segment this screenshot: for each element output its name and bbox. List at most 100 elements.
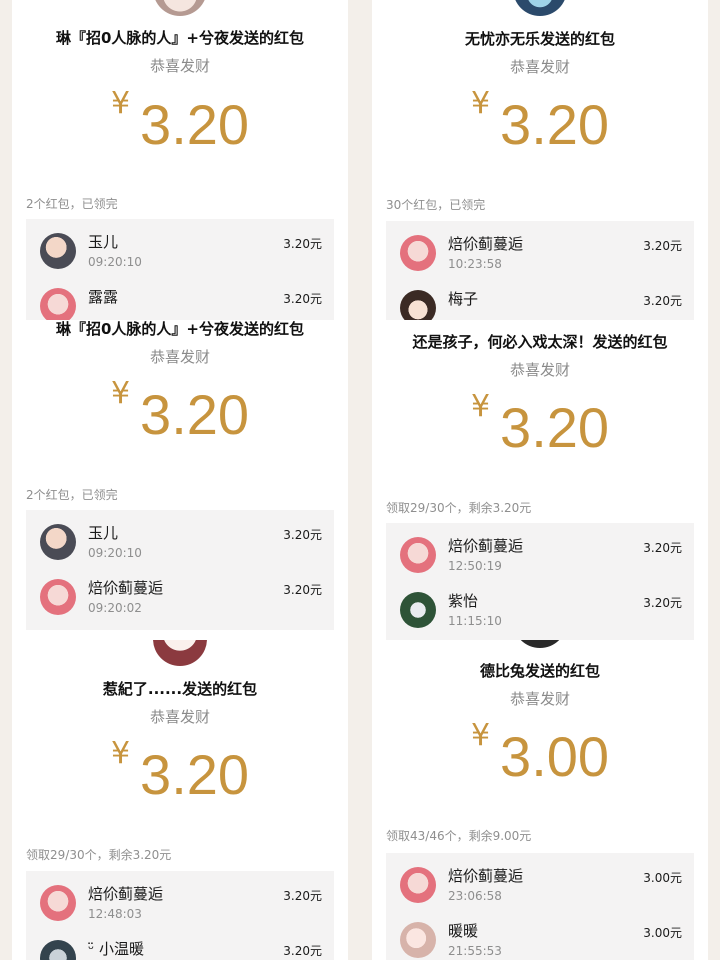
- packet-title: 惹紀了......发送的红包: [102, 680, 258, 698]
- avatar[interactable]: [40, 233, 76, 269]
- receive-time: 09:20:10: [88, 255, 142, 269]
- greeting-text: 恭喜发财: [149, 708, 210, 726]
- amount-display: ¥3.20: [12, 736, 348, 807]
- receiver-list: 焙伱蓟蔓逅 23:06:58 3.00元 暖暖 21:55:53 3.00元: [386, 853, 694, 960]
- currency-symbol: ¥: [110, 376, 131, 411]
- packet-summary: 2个红包，已领完: [26, 197, 118, 211]
- sender-avatar[interactable]: [513, 640, 567, 648]
- greeting-text: 恭喜发财: [149, 57, 210, 75]
- receiver-name: 焙伱蓟蔓逅: [448, 867, 524, 885]
- list-item[interactable]: 紫怡 11:15:10 3.20元: [386, 578, 694, 633]
- list-item[interactable]: ᵕ̈ 小温暖 3.20元: [26, 926, 334, 960]
- list-item[interactable]: 暖暖 21:55:53 3.00元: [386, 908, 694, 960]
- red-packet-panel: 还是孩子，何必入戏太深！发送的红包 恭喜发财 ¥3.20 领取29/30个，剩余…: [372, 320, 708, 640]
- list-item[interactable]: 梅子 3.20元: [386, 276, 694, 320]
- currency-symbol: ¥: [470, 389, 491, 424]
- receive-time: 23:06:58: [448, 889, 502, 903]
- list-item[interactable]: 玉儿 09:20:10 3.20元: [26, 219, 334, 274]
- sender-avatar[interactable]: [513, 0, 567, 16]
- avatar[interactable]: [40, 524, 76, 560]
- red-packet-panel: 惹紀了......发送的红包 恭喜发财 ¥3.20 领取29/30个，剩余3.2…: [12, 640, 348, 960]
- avatar[interactable]: [400, 867, 436, 903]
- red-packet-panel: 琳『招0人脉的人』+兮夜发送的红包 恭喜发财 ¥3.20 2个红包，已领完 玉儿…: [12, 320, 348, 640]
- receive-amount: 3.20元: [283, 237, 322, 251]
- receiver-list: 玉儿 09:20:10 3.20元 露露 3.20元: [26, 219, 334, 320]
- amount-value: 3.20: [140, 93, 250, 156]
- list-item[interactable]: 焙伱蓟蔓逅 10:23:58 3.20元: [386, 221, 694, 276]
- packet-title: 德比兔发送的红包: [479, 662, 600, 680]
- packet-summary: 领取29/30个，剩余3.20元: [386, 501, 532, 515]
- receive-time: 09:20:02: [88, 601, 142, 615]
- receiver-name: 焙伱蓟蔓逅: [88, 885, 164, 903]
- receiver-list: 焙伱蓟蔓逅 12:50:19 3.20元 紫怡 11:15:10 3.20元: [386, 523, 694, 640]
- avatar[interactable]: [40, 579, 76, 615]
- list-item[interactable]: 玉儿 09:20:10 3.20元: [26, 510, 334, 565]
- list-item[interactable]: 焙伱蓟蔓逅 09:20:02 3.20元: [26, 565, 334, 620]
- packet-summary: 2个红包，已领完: [26, 488, 118, 502]
- avatar[interactable]: [400, 592, 436, 628]
- receiver-name: 玉儿: [88, 524, 119, 542]
- receive-amount: 3.20元: [643, 239, 682, 253]
- greeting-text: 恭喜发财: [509, 58, 570, 76]
- avatar[interactable]: [400, 922, 436, 958]
- red-packet-panel: 无忧亦无乐发送的红包 恭喜发财 ¥3.20 30个红包，已领完 焙伱蓟蔓逅 10…: [372, 0, 708, 320]
- avatar[interactable]: [400, 235, 436, 271]
- receive-amount: 3.00元: [643, 926, 682, 940]
- sender-avatar[interactable]: [153, 0, 207, 16]
- receiver-list: 玉儿 09:20:10 3.20元 焙伱蓟蔓逅 09:20:02 3.20元: [26, 510, 334, 630]
- amount-display: ¥3.20: [372, 389, 708, 460]
- list-item[interactable]: 焙伱蓟蔓逅 12:50:19 3.20元: [386, 523, 694, 578]
- receive-amount: 3.20元: [643, 541, 682, 555]
- receiver-name: 玉儿: [88, 233, 119, 251]
- receive-amount: 3.20元: [283, 292, 322, 306]
- list-item[interactable]: 露露 3.20元: [26, 274, 334, 320]
- red-packet-panel: 德比兔发送的红包 恭喜发财 ¥3.00 领取43/46个，剩余9.00元 焙伱蓟…: [372, 640, 708, 960]
- receiver-list: 焙伱蓟蔓逅 12:48:03 3.20元 ᵕ̈ 小温暖 3.20元: [26, 871, 334, 960]
- receive-time: 10:23:58: [448, 257, 502, 271]
- amount-value: 3.20: [500, 396, 610, 459]
- list-item[interactable]: 焙伱蓟蔓逅 12:48:03 3.20元: [26, 871, 334, 926]
- receive-amount: 3.20元: [283, 944, 322, 958]
- receive-amount: 3.00元: [643, 871, 682, 885]
- packet-title: 琳『招0人脉的人』+兮夜发送的红包: [55, 320, 304, 338]
- receive-amount: 3.20元: [643, 294, 682, 308]
- receive-time: 12:50:19: [448, 559, 502, 573]
- list-item[interactable]: 焙伱蓟蔓逅 23:06:58 3.00元: [386, 853, 694, 908]
- receiver-name: 暖暖: [448, 922, 479, 940]
- avatar[interactable]: [40, 288, 76, 320]
- avatar[interactable]: [40, 940, 76, 960]
- currency-symbol: ¥: [110, 86, 131, 121]
- receive-amount: 3.20元: [283, 528, 322, 542]
- avatar[interactable]: [400, 290, 436, 320]
- red-packet-panel: 琳『招0人脉的人』+兮夜发送的红包 恭喜发财 ¥3.20 2个红包，已领完 玉儿…: [12, 0, 348, 320]
- amount-display: ¥3.20: [372, 86, 708, 157]
- amount-value: 3.20: [140, 383, 250, 446]
- avatar[interactable]: [400, 537, 436, 573]
- receiver-list: 焙伱蓟蔓逅 10:23:58 3.20元 梅子 3.20元: [386, 221, 694, 320]
- receiver-name: 梅子: [448, 290, 479, 308]
- receiver-name: ᵕ̈ 小温暖: [88, 940, 144, 958]
- amount-value: 3.00: [500, 725, 610, 788]
- receive-time: 11:15:10: [448, 614, 502, 628]
- receive-time: 12:48:03: [88, 907, 142, 921]
- receiver-name: 焙伱蓟蔓逅: [448, 235, 524, 253]
- receiver-name: 紫怡: [448, 592, 479, 610]
- packet-title: 琳『招0人脉的人』+兮夜发送的红包: [55, 29, 304, 47]
- currency-symbol: ¥: [470, 86, 491, 121]
- packet-summary: 领取43/46个，剩余9.00元: [386, 829, 532, 843]
- receive-time: 21:55:53: [448, 944, 502, 958]
- packet-title: 还是孩子，何必入戏太深！发送的红包: [412, 333, 668, 351]
- amount-display: ¥3.00: [372, 718, 708, 789]
- greeting-text: 恭喜发财: [509, 690, 570, 708]
- avatar[interactable]: [40, 885, 76, 921]
- packet-summary: 领取29/30个，剩余3.20元: [26, 848, 172, 862]
- greeting-text: 恭喜发财: [149, 348, 210, 366]
- receive-amount: 3.20元: [283, 889, 322, 903]
- receiver-name: 焙伱蓟蔓逅: [448, 537, 524, 555]
- receive-amount: 3.20元: [283, 583, 322, 597]
- packet-summary: 30个红包，已领完: [386, 198, 486, 212]
- receiver-name: 焙伱蓟蔓逅: [88, 579, 164, 597]
- packet-title: 无忧亦无乐发送的红包: [464, 30, 615, 48]
- amount-value: 3.20: [500, 93, 610, 156]
- sender-avatar[interactable]: [153, 640, 207, 666]
